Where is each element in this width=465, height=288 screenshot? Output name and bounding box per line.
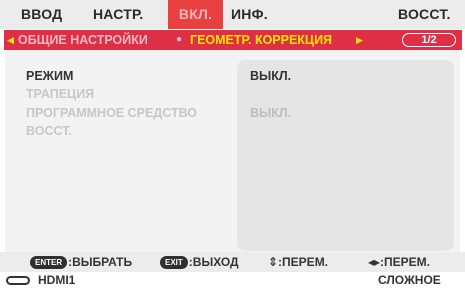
breadcrumb-current: ГЕОМЕТР. КОРРЕКЦИЯ [190, 33, 333, 47]
setting-software-label: ПРОГРАММНОЕ СРЕДСТВО [26, 106, 198, 120]
exit-key-badge: EXIT [160, 256, 188, 269]
enter-key-badge: ENTER [30, 256, 68, 269]
hint-exit-label: :ВЫХОД [188, 255, 239, 269]
setting-mode-value[interactable]: ВЫКЛ. [250, 67, 291, 85]
key-hints-bar: ENTER:ВЫБРАТЬ EXIT:ВЫХОД ⇕:ПЕРЕМ. ◂▸:ПЕР… [0, 252, 465, 272]
tab-on[interactable]: ВКЛ. [168, 0, 223, 29]
setting-software-value: ВЫКЛ. [250, 106, 292, 120]
tab-input[interactable]: ВВОД [21, 0, 71, 29]
menu-mode-label: СЛОЖНОЕ [378, 273, 441, 287]
hint-enter-label: :ВЫБРАТЬ [68, 255, 133, 269]
triangle-right-icon[interactable]: ▶ [356, 30, 363, 50]
triangle-left-icon[interactable]: ◀ [7, 30, 14, 50]
menu-tab-bar: ВВОД НАСТР. ВКЛ. ИНФ. ВОССТ. [0, 0, 465, 29]
values-box [237, 60, 454, 251]
tab-setup[interactable]: НАСТР. [93, 0, 163, 29]
status-bar: HDMI1 СЛОЖНОЕ [0, 272, 465, 288]
breadcrumb-separator: ● [176, 34, 183, 45]
tab-reset[interactable]: ВОССТ. [398, 0, 460, 29]
setting-keystone-label: ТРАПЕЦИЯ [26, 87, 95, 101]
osd-menu: ВВОД НАСТР. ВКЛ. ИНФ. ВОССТ. ◀ ОБЩИЕ НАС… [0, 0, 465, 288]
setting-reset-label: ВОССТ. [26, 124, 72, 138]
hint-updown: ⇕:ПЕРЕМ. [268, 255, 329, 269]
settings-panel: РЕЖИМ ВЫКЛ. ТРАПЕЦИЯ ПРОГРАММНОЕ СРЕДСТВ… [5, 50, 460, 258]
input-connector-icon [6, 276, 30, 285]
tab-info[interactable]: ИНФ. [231, 0, 291, 29]
hint-exit: EXIT:ВЫХОД [160, 252, 239, 272]
page-indicator: 1/2 [402, 33, 456, 47]
hint-enter: ENTER:ВЫБРАТЬ [30, 252, 132, 272]
input-source-label: HDMI1 [38, 273, 76, 287]
breadcrumb-parent[interactable]: ОБЩИЕ НАСТРОЙКИ [18, 30, 148, 50]
setting-mode-label[interactable]: РЕЖИМ [26, 67, 73, 85]
breadcrumb: ◀ ОБЩИЕ НАСТРОЙКИ ● ГЕОМЕТР. КОРРЕКЦИЯ ▶… [4, 30, 462, 50]
hint-leftright: ◂▸:ПЕРЕМ. [368, 255, 431, 269]
